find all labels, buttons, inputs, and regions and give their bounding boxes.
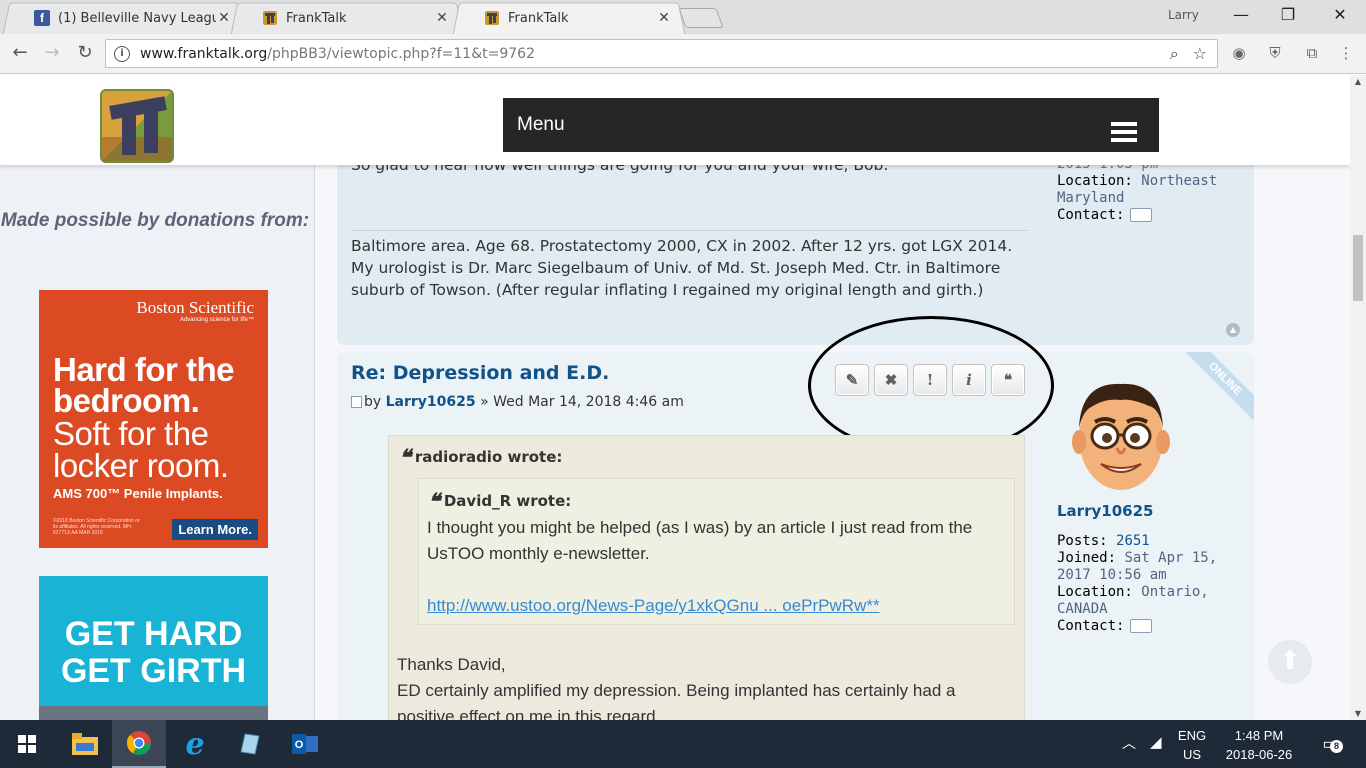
menu-bar[interactable]: Menu (503, 98, 1159, 152)
site-info-icon[interactable]: i (114, 45, 130, 62)
quote-mark-icon: ❝ (399, 445, 411, 471)
window-close-icon[interactable]: ✕ (1317, 5, 1363, 24)
close-icon[interactable]: ✕ (216, 10, 232, 26)
menu-label: Menu (517, 114, 565, 135)
windows-start-icon[interactable] (0, 720, 54, 768)
address-bar[interactable]: i www.franktalk.org/phpBB3/viewtopic.php… (105, 39, 1218, 68)
clock-time: 1:48 PM (1234, 728, 1284, 743)
language-indicator[interactable]: ENG US (1174, 726, 1210, 764)
clock-date: 2018-06-26 (1225, 747, 1293, 762)
windows-taskbar: e O ︿ ◢ ENGUS 1:48 PM 2018-06-26 ▭ 8 (0, 720, 1366, 768)
scroll-thumb[interactable] (1353, 235, 1363, 301)
url-path: /phpBB3/viewtopic.php?f=11&t=9762 (267, 45, 535, 62)
ad-product: AMS 700™ Penile Implants. (53, 486, 223, 501)
page-scrollbar[interactable]: ▲ ▼ (1350, 75, 1366, 720)
scroll-to-top-button[interactable]: ⬆ (1268, 640, 1312, 684)
contact-icon[interactable] (1130, 208, 1153, 222)
outlook-icon[interactable]: O (278, 720, 332, 768)
profile-name[interactable]: Larry (1168, 8, 1199, 22)
pdf-extension-icon[interactable]: ⧉ (1302, 44, 1322, 64)
profile-username[interactable]: Larry10625 (1057, 503, 1252, 520)
learn-more-button[interactable]: Learn More. (172, 519, 258, 540)
file-explorer-icon[interactable] (58, 720, 112, 768)
url-host: www.franktalk.org (140, 45, 268, 62)
back-to-top-icon[interactable]: ▲ (1226, 323, 1240, 337)
scroll-down-arrow[interactable]: ▼ (1350, 709, 1366, 718)
new-tab-button[interactable] (678, 8, 724, 28)
boston-scientific-ad[interactable]: Boston Scientific Advancing science for l… (39, 290, 268, 548)
post-profile-previous: 2015 1:03 pm Location: Northeast Marylan… (1057, 156, 1247, 224)
minimize-icon[interactable]: — (1218, 5, 1264, 24)
reply-line1: Thanks David, (397, 655, 506, 674)
notifications-icon[interactable]: ▭ 8 (1318, 734, 1343, 754)
ad-subheadline: Soft for the locker room. (53, 415, 229, 484)
inner-quote-text: I thought you might be helped (as I was)… (427, 518, 973, 563)
network-icon[interactable]: ◢ (1150, 733, 1162, 751)
post-author[interactable]: Larry10625 (386, 394, 476, 410)
franktalk-logo[interactable] (100, 89, 174, 163)
ad-headline: Hard for the bedroom. (53, 351, 235, 419)
tab-title: FrankTalk (286, 10, 347, 26)
hamburger-icon[interactable] (1111, 122, 1137, 146)
page-viewport: Menu Made possible by donations from: Bo… (0, 75, 1350, 720)
internet-explorer-icon[interactable]: e (168, 720, 222, 768)
chrome-icon[interactable] (112, 720, 166, 768)
tab-strip: f (1) Belleville Navy League ✕ FrankTalk… (0, 0, 1366, 35)
post-title[interactable]: Re: Depression and E.D. (351, 362, 609, 384)
post-date: » Wed Mar 14, 2018 4:46 am (480, 394, 684, 410)
scroll-up-arrow[interactable]: ▲ (1350, 77, 1366, 86)
quote-inner: ❝ David_R wrote: I thought you might be h… (418, 478, 1015, 625)
post-meta: by Larry10625 » Wed Mar 14, 2018 4:46 am (351, 394, 684, 410)
tab-franktalk-1[interactable]: FrankTalk ✕ (230, 2, 464, 35)
ustoo-article-link[interactable]: http://www.ustoo.org/News-Page/y1xkQGnu … (427, 596, 880, 615)
chevron-up-icon[interactable]: ︿ (1122, 733, 1136, 753)
quote-citation-inner: ❝ David_R wrote: (428, 489, 572, 515)
notification-count: 8 (1330, 740, 1343, 753)
avatar[interactable] (1071, 372, 1171, 494)
reload-icon[interactable]: ↻ (73, 42, 97, 63)
inner-quote-link-row: http://www.ustoo.org/News-Page/y1xkQGnu … (427, 593, 880, 619)
tab-belleville-navy-league[interactable]: f (1) Belleville Navy League ✕ (2, 2, 246, 35)
quote-citation-outer: ❝ radioradio wrote: (399, 445, 563, 471)
browser-toolbar: ← → ↻ i www.franktalk.org/phpBB3/viewtop… (0, 34, 1366, 74)
tab-title: FrankTalk (508, 10, 569, 26)
shield-icon[interactable]: ⛨ (1265, 44, 1285, 64)
site-header: Menu (0, 75, 1350, 165)
profile-posts[interactable]: 2651 (1116, 533, 1150, 549)
tab-franktalk-active[interactable]: FrankTalk ✕ (452, 2, 686, 35)
franktalk-icon (262, 10, 278, 26)
get-hard-ad[interactable]: GET HARD GET GIRTH (39, 576, 268, 720)
signature-divider (351, 230, 1027, 231)
forward-icon[interactable]: → (40, 42, 64, 63)
bookmark-star-icon[interactable]: ☆ (1193, 44, 1207, 64)
tab-title: (1) Belleville Navy League (58, 10, 216, 26)
quote-outer: ❝ radioradio wrote: ❝ David_R wrote: I tho… (388, 435, 1025, 720)
chrome-menu-icon[interactable]: ⋮ (1336, 44, 1356, 64)
extension-icon[interactable]: ◉ (1229, 44, 1249, 64)
clock[interactable]: 1:48 PM 2018-06-26 (1218, 726, 1300, 764)
maximize-icon[interactable]: ❐ (1265, 5, 1311, 24)
post-signature: Baltimore area. Age 68. Prostatectomy 20… (351, 237, 1013, 299)
reply-line2: ED certainly amplified my depression. Be… (397, 681, 956, 720)
contact-icon[interactable] (1130, 619, 1153, 633)
ad-brand: Boston Scientific Advancing science for l… (136, 298, 254, 323)
post-icon[interactable] (351, 396, 362, 408)
sidebar: Made possible by donations from: Boston … (0, 165, 315, 720)
post-profile: Larry10625 Posts: 2651 Joined: Sat Apr 1… (1057, 503, 1252, 635)
online-badge: ONLINE (1172, 352, 1254, 434)
quote-mark-icon: ❝ (428, 489, 440, 515)
franktalk-icon (484, 10, 500, 26)
ad2-text: GET HARD GET GIRTH (60, 615, 247, 690)
post-reply: Re: Depression and E.D. by Larry10625 » … (337, 316, 1254, 720)
zoom-icon[interactable]: ⌕ (1170, 44, 1179, 64)
close-icon[interactable]: ✕ (656, 10, 672, 26)
back-icon[interactable]: ← (8, 42, 32, 63)
ad-fine-print: ©2018 Boston Scientific Corporation or i… (53, 518, 140, 536)
facebook-icon: f (34, 10, 50, 26)
svg-text:O: O (295, 739, 304, 751)
close-icon[interactable]: ✕ (434, 10, 450, 26)
notes-app-icon[interactable] (222, 720, 276, 768)
donations-heading: Made possible by donations from: (0, 210, 310, 231)
